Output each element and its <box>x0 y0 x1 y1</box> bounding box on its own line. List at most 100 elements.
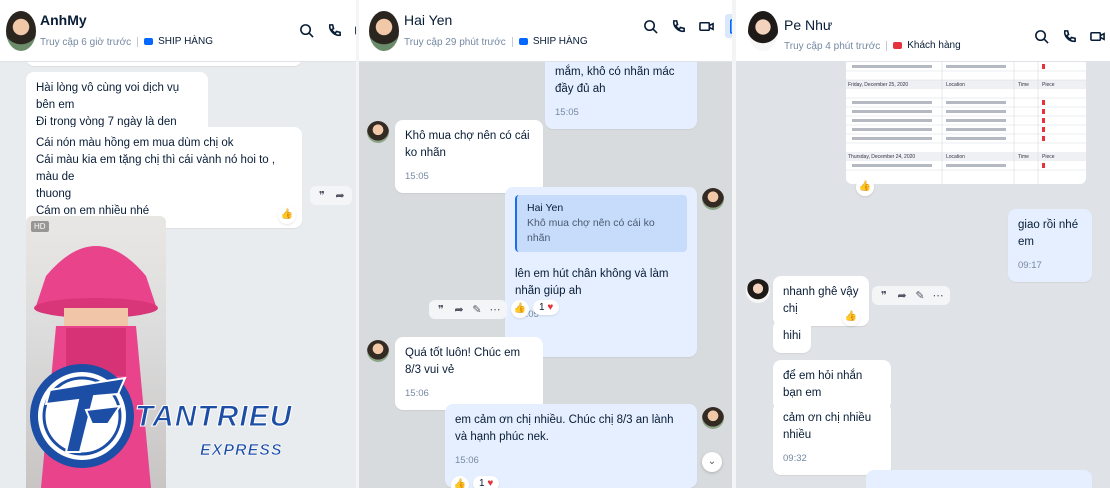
avatar[interactable] <box>748 11 778 51</box>
contact-status: Truy cập 6 giờ trước SHIP HÀNG <box>40 36 213 48</box>
quote-author: Hai Yen <box>527 202 564 214</box>
phone-icon[interactable] <box>325 21 343 39</box>
heart-icon: ♥ <box>547 302 554 313</box>
edit-icon[interactable]: ✎ <box>470 303 484 316</box>
like-icon[interactable]: 👍 <box>856 178 874 196</box>
label-tag[interactable]: SHIP HÀNG <box>518 36 588 47</box>
quote-text: Khô mua chợ nên có cái ko nhãn <box>527 217 655 244</box>
chat-header: AnhMy Truy cập 6 giờ trước SHIP HÀNG <box>0 0 356 62</box>
share-icon[interactable]: ➦ <box>333 189 347 202</box>
phone-icon[interactable] <box>1060 27 1078 45</box>
like-icon[interactable]: 👍 <box>451 476 469 488</box>
message-text: Quá tốt luôn! Chúc em 8/3 vui vẻ <box>405 347 521 376</box>
quoted-message[interactable]: Hai Yen Khô mua chợ nên có cái ko nhãn <box>515 195 687 252</box>
header-actions <box>641 14 732 38</box>
sender-avatar[interactable] <box>746 279 770 303</box>
tantrieu-logo: TANTRIEU EXPRESS <box>30 360 320 470</box>
share-icon[interactable]: ➦ <box>895 289 909 302</box>
label-tag[interactable]: SHIP HÀNG <box>144 36 213 47</box>
video-call-icon[interactable] <box>697 17 715 35</box>
more-icon[interactable]: ⋯ <box>488 303 502 316</box>
logo-emblem <box>30 364 134 468</box>
tag-icon <box>144 38 154 45</box>
share-icon[interactable]: ➦ <box>452 303 466 316</box>
quote-icon[interactable]: ❞ <box>434 303 448 316</box>
avatar[interactable] <box>369 11 399 51</box>
my-avatar[interactable] <box>702 407 724 429</box>
message-actions: ❞ ➦ ✎ ⋯ <box>429 300 507 319</box>
label-tag[interactable]: Khách hàng <box>893 40 961 51</box>
reaction-badge[interactable]: 1 ♥ <box>473 476 500 488</box>
search-icon[interactable] <box>297 21 315 39</box>
sender-avatar[interactable] <box>367 340 389 362</box>
doc-piece-header: Piece <box>1042 154 1055 160</box>
separator <box>511 37 513 48</box>
reaction-count: 1 <box>479 478 485 488</box>
doc-date-label: Thursday, December 24, 2020 <box>848 154 916 160</box>
doc-location-header: Location <box>946 82 965 88</box>
message-bubble[interactable]: Cái nón màu hồng em mua dùm chị ok Cái m… <box>26 127 302 228</box>
message-bubble[interactable]: hihi <box>773 320 811 353</box>
quote-icon[interactable]: ❞ <box>315 189 329 202</box>
logo-brand: TANTRIEU <box>134 400 293 434</box>
scroll-down-button[interactable]: ⌄ <box>702 452 722 472</box>
message-bubble[interactable]: mắm, khô có nhãn mác đầy đủ ah 15:05 <box>545 56 697 129</box>
doc-time-header: Time <box>1018 154 1029 160</box>
message-bubble[interactable]: Quá tốt luôn! Chúc em 8/3 vui vẻ 15:06 <box>395 337 543 410</box>
chat-header: Pe Như Truy cập 4 phút trước Khách hàng <box>736 0 1110 62</box>
message-text: em cảm ơn chị nhiều. Chúc chị 8/3 an làn… <box>455 414 674 443</box>
edit-icon[interactable]: ✎ <box>913 289 927 302</box>
tracking-screenshot[interactable]: Friday, December 25, 2020 Location Time … <box>846 62 1086 184</box>
message-time: 15:05 <box>405 171 429 182</box>
message-time: 15:06 <box>405 388 429 399</box>
tag-label: Khách hàng <box>907 40 961 51</box>
message-text: Cái nón màu hồng em mua dùm chị ok <box>36 137 234 149</box>
sender-avatar[interactable] <box>367 121 389 143</box>
tag-label: SHIP HÀNG <box>158 36 213 47</box>
like-icon[interactable]: 👍 <box>511 300 529 318</box>
message-time: 09:32 <box>783 453 807 464</box>
header-actions <box>1032 24 1110 48</box>
message-bubble[interactable]: Khô mua chợ nên có cái ko nhãn 15:05 <box>395 120 543 193</box>
avatar[interactable] <box>6 11 36 51</box>
message-bubble[interactable]: Hai Yen Khô mua chợ nên có cái ko nhãn l… <box>505 187 697 357</box>
reaction-badge[interactable]: 1 ♥ <box>533 300 560 315</box>
tag-icon <box>893 42 903 49</box>
message-bubble[interactable]: giao rồi nhé em 09:17 <box>1008 209 1092 282</box>
message-bubble[interactable]: cảm ơn chị nhiều nhiều 09:32 <box>773 402 891 475</box>
chat-panel-penhu: Pe Như Truy cập 4 phút trước Khách hàng F… <box>736 0 1110 488</box>
tag-label: SHIP HÀNG <box>532 36 588 47</box>
tag-icon <box>518 38 528 45</box>
more-icon[interactable]: ⋯ <box>931 289 945 302</box>
like-icon[interactable]: 👍 <box>842 308 860 326</box>
phone-icon[interactable] <box>669 17 687 35</box>
message-text: để em hỏi nhắn bạn em <box>783 370 863 399</box>
message-time: 15:05 <box>555 107 579 118</box>
doc-date-label: Friday, December 25, 2020 <box>848 82 909 88</box>
message-text: Khô mua chợ nên có cái ko nhãn <box>405 130 530 159</box>
message-text: Cái màu kia em tặng chị thì cái vành nó … <box>36 154 276 183</box>
message-text: cảm ơn chị nhiều nhiều <box>783 412 872 441</box>
video-call-icon[interactable] <box>1088 27 1106 45</box>
contact-name[interactable]: Pe Như <box>784 17 832 33</box>
logo-subtitle: EXPRESS <box>200 442 283 460</box>
like-icon[interactable]: 👍 <box>278 206 296 224</box>
last-seen: Truy cập 4 phút trước <box>784 41 881 52</box>
doc-piece-header: Piece <box>1042 82 1055 88</box>
separator <box>137 37 139 48</box>
message-text: giao rồi nhé em <box>1018 219 1079 248</box>
contact-name[interactable]: Hai Yen <box>404 12 452 28</box>
my-avatar[interactable] <box>702 188 724 210</box>
search-icon[interactable] <box>641 17 659 35</box>
header-actions <box>297 21 356 39</box>
quote-icon[interactable]: ❞ <box>877 289 891 302</box>
sidebar-toggle-icon[interactable] <box>725 14 732 38</box>
last-seen: Truy cập 29 phút trước <box>404 37 506 48</box>
search-icon[interactable] <box>1032 27 1050 45</box>
message-text: mắm, khô có nhãn mác đầy đủ ah <box>555 66 675 95</box>
message-text: lên em hút chân không và làm nhãn giúp a… <box>515 268 669 297</box>
doc-location-header: Location <box>946 154 965 160</box>
video-call-icon[interactable] <box>353 21 356 39</box>
contact-name[interactable]: AnhMy <box>40 12 87 28</box>
message-time: 09:17 <box>1018 260 1042 271</box>
